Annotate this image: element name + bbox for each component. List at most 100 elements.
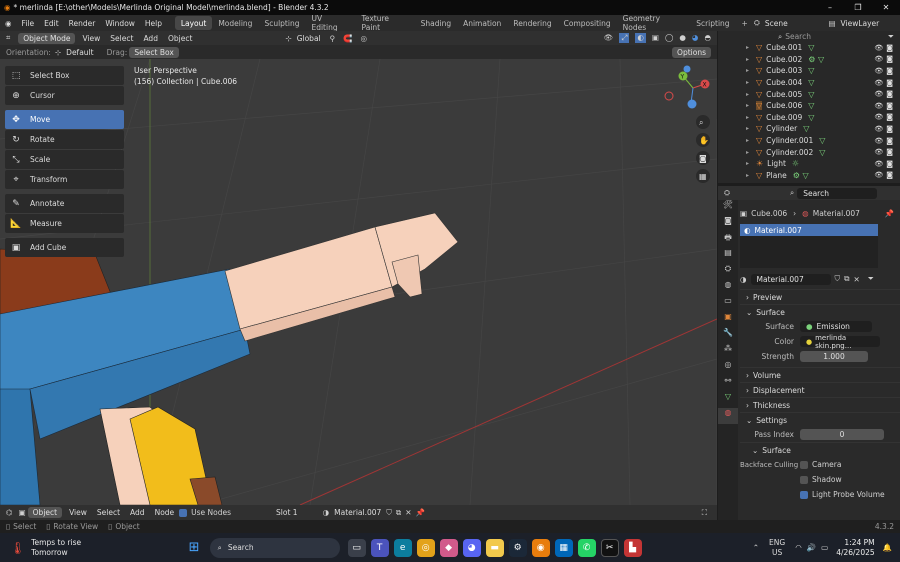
node-editor-icon[interactable]: ⌬	[0, 508, 19, 517]
viewport-menu-add[interactable]: Add	[138, 34, 163, 43]
properties-search-input[interactable]: Search	[797, 187, 878, 199]
options-button[interactable]: Options	[672, 46, 711, 58]
taskbar-search[interactable]: ⌕ Search	[209, 537, 340, 558]
constraints-tab-icon[interactable]: ⚯	[718, 376, 738, 392]
node-menu-node[interactable]: Node	[150, 508, 180, 517]
view-layer-icon[interactable]: ▤	[828, 19, 835, 28]
visibility-camera-icon[interactable]: 👁◙	[874, 125, 896, 133]
node-menu-view[interactable]: View	[64, 508, 92, 517]
weather-widget[interactable]: Temps to rise Tomorrow	[31, 538, 81, 558]
rendered-shading-icon[interactable]: ◓	[704, 33, 711, 43]
scene-name[interactable]: Scene	[760, 19, 821, 28]
task-view-icon[interactable]: ▭	[347, 538, 366, 557]
duplicate-icon[interactable]: ⧉	[844, 274, 849, 284]
preview-section[interactable]: › Preview	[740, 289, 900, 304]
node-material-name[interactable]: Material.007	[329, 508, 386, 517]
proportional-edit-icon[interactable]: ◎	[360, 34, 367, 43]
tab-uv-editing[interactable]: UV Editing	[305, 14, 355, 32]
tab-layout[interactable]: Layout	[174, 16, 213, 30]
light-probe-checkbox[interactable]	[800, 490, 808, 499]
filter-icon[interactable]: ⏷	[888, 32, 900, 42]
surface-shader-field[interactable]: ● Emission	[800, 321, 872, 332]
output-tab-icon[interactable]: 🖶	[718, 232, 738, 248]
slot-dropdown[interactable]: Slot 1	[271, 508, 303, 517]
volume-section[interactable]: › Volume	[740, 367, 900, 382]
transform-orientation-dropdown[interactable]: Global	[292, 34, 326, 43]
paint-icon[interactable]: ◆	[439, 538, 458, 557]
list-item[interactable]: ▸ ▽ Cube.005 ▽ 👁◙	[718, 88, 900, 100]
tab-scripting[interactable]: Scripting	[690, 16, 735, 30]
view-layer-tab-icon[interactable]: ▤	[718, 248, 738, 264]
list-item[interactable]: ▸ ▽ Cube.004 ▽ 👁◙	[718, 77, 900, 89]
list-item[interactable]: ▸ ▽ Cube.003 ▽ 👁◙	[718, 65, 900, 77]
material-slot-list[interactable]: ◐ Material.007	[740, 224, 878, 268]
orientation-dropdown[interactable]: Default	[61, 48, 98, 57]
chevron-up-icon[interactable]: ⌃	[753, 543, 759, 552]
overlay-icon[interactable]: ⛶	[702, 508, 717, 518]
list-item[interactable]: ▸ ▽ Cube.002 ⚙ ▽ 👁◙	[718, 54, 900, 66]
unlink-icon[interactable]: ✕	[854, 275, 860, 284]
xray-icon[interactable]: ▣	[652, 33, 659, 43]
discord-icon[interactable]: ◕	[462, 538, 481, 557]
volume-icon[interactable]: 🔊	[807, 543, 816, 552]
camera-checkbox[interactable]	[800, 460, 808, 469]
wifi-icon[interactable]: ◠	[795, 543, 802, 552]
tab-shading[interactable]: Shading	[415, 16, 457, 30]
pin-icon[interactable]: 📌	[885, 209, 900, 218]
visibility-camera-icon[interactable]: 👁◙	[874, 67, 896, 75]
steam-icon[interactable]: ⚙	[508, 538, 527, 557]
wireframe-shading-icon[interactable]: ◯	[665, 33, 673, 43]
viewport-menu-object[interactable]: Object	[163, 34, 197, 43]
tool-cursor[interactable]: ⊕ Cursor	[5, 86, 124, 105]
solid-shading-icon[interactable]: ●	[679, 33, 686, 43]
data-tab-icon[interactable]: ▽	[718, 392, 738, 408]
app-icon[interactable]: ▙	[623, 538, 642, 557]
tool-annotate[interactable]: ✎ Annotate	[5, 194, 124, 213]
node-menu-add[interactable]: Add	[125, 508, 150, 517]
menu-window[interactable]: Window	[100, 19, 140, 28]
visibility-camera-icon[interactable]: 👁◙	[874, 102, 896, 110]
shader-type-dropdown[interactable]: Object	[27, 507, 63, 518]
surface-section[interactable]: ⌄ Surface	[740, 304, 900, 319]
tool-move[interactable]: ✥ Move	[5, 110, 124, 129]
material-tab-icon[interactable]: ◍	[718, 408, 738, 424]
tool-rotate[interactable]: ↻ Rotate	[5, 130, 124, 149]
visibility-camera-icon[interactable]: 👁◙	[874, 113, 896, 121]
visibility-camera-icon[interactable]: 👁◙	[874, 171, 896, 179]
list-item[interactable]: ▸ ▽ Cube.001 ▽ 👁◙	[718, 42, 900, 54]
menu-file[interactable]: File	[17, 19, 40, 28]
menu-help[interactable]: Help	[140, 19, 167, 28]
list-item[interactable]: ▸ ▽ Cylinder ▽ 👁◙	[718, 123, 900, 135]
menu-edit[interactable]: Edit	[39, 19, 64, 28]
render-tab-icon[interactable]: ◙	[718, 216, 738, 232]
displacement-section[interactable]: › Displacement	[740, 382, 900, 397]
tab-compositing[interactable]: Compositing	[558, 16, 617, 30]
blender-menu-icon[interactable]: ◉	[0, 19, 17, 28]
tab-texture-paint[interactable]: Texture Paint	[356, 14, 415, 32]
drag-dropdown[interactable]: Select Box	[129, 46, 179, 58]
visibility-camera-icon[interactable]: 👁◙	[874, 137, 896, 145]
pin-icon[interactable]: 📌	[416, 508, 425, 517]
view-layer-name[interactable]: ViewLayer	[836, 19, 900, 28]
battery-icon[interactable]: ▭	[821, 543, 828, 552]
teams-icon[interactable]: T	[370, 538, 389, 557]
capcut-icon[interactable]: ✂	[600, 538, 619, 557]
viewport-menu-select[interactable]: Select	[105, 34, 138, 43]
collection-tab-icon[interactable]: ▭	[718, 296, 738, 312]
visibility-camera-icon[interactable]: 👁◙	[874, 79, 896, 87]
close-button[interactable]: ✕	[872, 3, 900, 12]
snap-icon[interactable]: 🧲	[343, 34, 352, 43]
pivot-icon[interactable]: ⚲	[330, 34, 336, 43]
whatsapp-icon[interactable]: ✆	[577, 538, 596, 557]
add-workspace-button[interactable]: +	[736, 16, 754, 30]
list-item[interactable]: ▸ ▽ Plane ⚙ ▽ 👁◙	[718, 170, 900, 182]
tool-scale[interactable]: ⤡ Scale	[5, 150, 124, 169]
material-browse-icon[interactable]: ◑	[740, 275, 747, 284]
tool-select-box[interactable]: ⬚ Select Box	[5, 66, 124, 85]
tab-sculpting[interactable]: Sculpting	[258, 16, 305, 30]
unlink-icon[interactable]: ✕	[405, 508, 411, 517]
notification-bell-icon[interactable]: 🔔	[883, 543, 892, 552]
duplicate-icon[interactable]: ⧉	[396, 508, 401, 518]
list-item[interactable]: ▸ ▽ Cylinder.002 ▽ 👁◙	[718, 146, 900, 158]
overlays-icon[interactable]: ◐	[635, 33, 646, 43]
